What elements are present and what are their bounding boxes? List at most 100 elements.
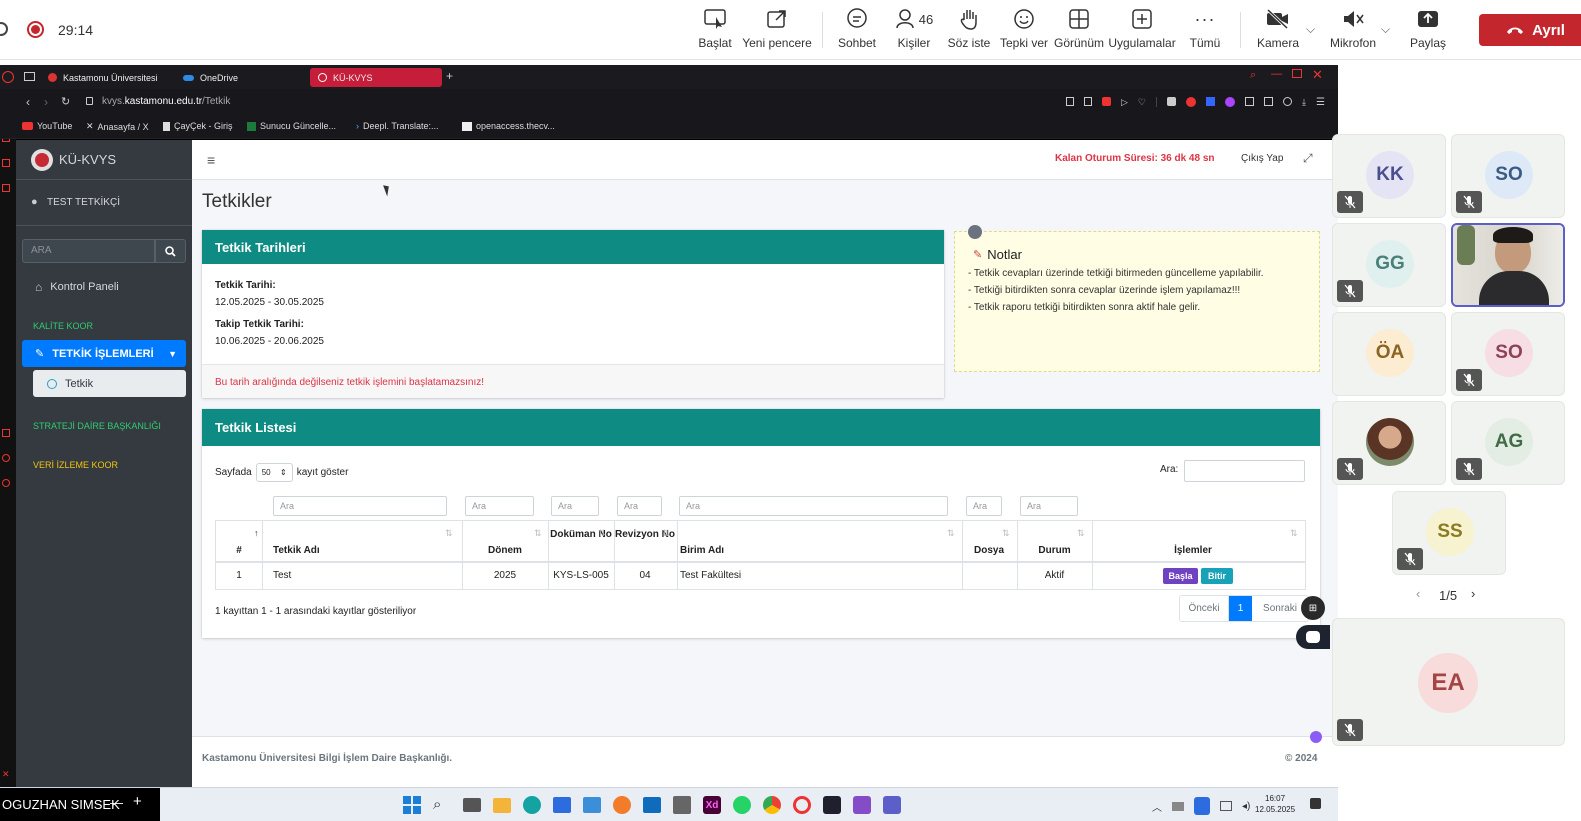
bookmark-server[interactable]: Sunucu Güncelle... <box>247 121 336 131</box>
postman-icon[interactable] <box>613 796 631 814</box>
bookmark-openaccess[interactable]: openaccess.thecv... <box>462 121 555 131</box>
chart-ext-icon[interactable] <box>1206 97 1215 106</box>
sidebar-search-input[interactable]: ARA <box>22 239 155 263</box>
start-presenting-button[interactable]: Başlat <box>697 6 733 56</box>
tray-chevron-icon[interactable]: ︿ <box>1152 799 1162 814</box>
snapshot-icon[interactable] <box>1084 97 1092 106</box>
close-window-icon[interactable]: ✕ <box>1312 67 1323 83</box>
leave-button[interactable]: Ayrıl <box>1479 14 1581 46</box>
page-1-button[interactable]: 1 <box>1229 596 1252 621</box>
col-status[interactable]: Durum <box>1017 545 1092 556</box>
bookmark-deepl[interactable]: › Deepl. Translate:... <box>356 121 439 131</box>
sort-icon[interactable]: ⇅ <box>947 528 955 539</box>
chatbot-button[interactable] <box>1296 625 1330 649</box>
filter-doc-input[interactable]: Ara <box>551 496 599 516</box>
tab-onedrive[interactable]: OneDrive <box>175 68 307 87</box>
apps-button[interactable]: Uygulamalar <box>1108 6 1176 56</box>
edge-icon[interactable] <box>523 796 541 814</box>
view-button[interactable]: Görünüm <box>1054 6 1104 56</box>
logout-link[interactable]: Çıkış Yap <box>1241 153 1283 164</box>
maximize-icon[interactable] <box>1292 69 1302 78</box>
chat-button[interactable]: Sohbet <box>838 6 876 56</box>
sidebar-icon[interactable] <box>2 454 10 462</box>
opera-taskbar-icon[interactable] <box>793 796 811 814</box>
notifications-icon[interactable] <box>1310 798 1321 809</box>
back-icon[interactable]: ‹ <box>26 95 30 109</box>
sort-icon[interactable]: ⇅ <box>1077 528 1085 539</box>
new-tab-icon[interactable]: + <box>446 69 453 83</box>
windows-start-icon[interactable] <box>403 796 421 814</box>
url-field[interactable]: kvys.kastamonu.edu.tr/Tetkik <box>102 96 230 107</box>
page-size-select[interactable]: 50 ⇕ <box>255 463 293 482</box>
sidebar-search-button[interactable] <box>155 239 186 263</box>
prev-page-button[interactable]: Önceki <box>1180 596 1229 621</box>
filter-name-input[interactable]: Ara <box>273 496 447 516</box>
youtube-ext-icon[interactable] <box>1186 97 1196 107</box>
participant-tile[interactable]: KK <box>1332 134 1446 218</box>
finish-audit-button[interactable]: Bitir <box>1201 568 1233 584</box>
participant-tile[interactable]: SO <box>1451 312 1565 396</box>
sort-icon[interactable]: ⇅ <box>445 528 453 539</box>
more-button[interactable]: ··· Tümü <box>1188 6 1222 56</box>
hamburger-icon[interactable]: ≡ <box>207 152 215 168</box>
display-icon[interactable] <box>1220 801 1232 811</box>
store-icon[interactable] <box>553 797 571 813</box>
sidebar-icon[interactable] <box>2 429 10 437</box>
widget-grid-icon[interactable]: ⊞ <box>1301 596 1325 620</box>
participant-tile[interactable] <box>1332 401 1446 485</box>
clock[interactable]: 16:07 12.05.2025 <box>1255 793 1295 815</box>
next-page-button[interactable]: Sonraki <box>1252 596 1308 621</box>
wallet-icon[interactable] <box>1264 97 1273 106</box>
share-button[interactable]: Paylaş <box>1410 6 1446 56</box>
prev-page-icon[interactable]: ‹ <box>1416 586 1420 601</box>
new-window-button[interactable]: Yeni pencere <box>742 6 812 56</box>
extensions-icon[interactable] <box>1245 97 1254 106</box>
camera-button[interactable]: Kamera <box>1256 6 1300 56</box>
heart-icon[interactable]: ♡ <box>1138 97 1146 108</box>
file-explorer-icon[interactable] <box>493 797 511 813</box>
participant-video-tile[interactable] <box>1451 223 1565 307</box>
brand-link[interactable]: KÜ-KVYS <box>16 140 192 180</box>
mic-tray-icon[interactable] <box>1194 797 1210 815</box>
sort-icon[interactable]: ⇅ <box>598 528 606 539</box>
photos-icon[interactable] <box>583 797 601 813</box>
minimize-presenter-icon[interactable]: — <box>110 795 123 810</box>
sort-asc-icon[interactable]: ↑ <box>254 528 259 538</box>
search-tabs-icon[interactable]: ⌕ <box>1250 69 1256 82</box>
sidebar-icon[interactable] <box>2 479 10 487</box>
sidebar-item-audit-ops[interactable]: ✎ TETKİK İŞLEMLERİ ▼ <box>22 340 186 367</box>
floating-extension-icon[interactable] <box>1310 731 1322 743</box>
bookmark-x[interactable]: ✕ Anasayfa / X <box>86 121 149 132</box>
forward-icon[interactable]: › <box>44 95 48 109</box>
next-page-icon[interactable]: › <box>1471 586 1475 601</box>
whatsapp-icon[interactable] <box>733 796 751 814</box>
filter-file-input[interactable]: Ara <box>966 496 1002 516</box>
adblock-icon[interactable] <box>1102 97 1111 106</box>
participant-tile[interactable]: SO <box>1451 134 1565 218</box>
filter-status-input[interactable]: Ara <box>1020 496 1078 516</box>
participant-tile[interactable]: SS <box>1392 491 1506 575</box>
bookmark-icon[interactable] <box>1066 97 1074 106</box>
menu-icon[interactable]: ☰ <box>1316 97 1325 108</box>
col-period[interactable]: Dönem <box>462 545 548 556</box>
sidebar-item-audit[interactable]: Tetkik <box>33 370 186 397</box>
filter-rev-input[interactable]: Ara <box>617 496 662 516</box>
sidebar-close-icon[interactable]: ✕ <box>2 769 10 780</box>
react-button[interactable]: Tepki ver <box>1000 6 1048 56</box>
calculator-icon[interactable] <box>673 796 691 814</box>
profile-icon[interactable] <box>1283 97 1292 106</box>
sort-icon[interactable]: ⇅ <box>1002 528 1010 539</box>
col-name[interactable]: Tetkik Adı <box>273 545 320 556</box>
people-button[interactable]: 46 Kişiler <box>892 6 936 56</box>
fullscreen-icon[interactable]: ⤢ <box>1303 151 1313 166</box>
col-no[interactable]: # <box>216 545 262 556</box>
visual-studio-icon[interactable] <box>853 796 871 814</box>
participant-tile[interactable]: GG <box>1332 223 1446 307</box>
network-icon[interactable] <box>1172 801 1184 811</box>
bookmark-youtube[interactable]: YouTube <box>22 121 72 131</box>
col-unit[interactable]: Birim Adı <box>680 545 724 556</box>
tab-panel-icon[interactable] <box>24 72 35 81</box>
raise-hand-button[interactable]: Söz iste <box>948 6 990 56</box>
adobe-xd-icon[interactable]: Xd <box>703 796 721 814</box>
translate-ext-icon[interactable] <box>1225 97 1235 107</box>
